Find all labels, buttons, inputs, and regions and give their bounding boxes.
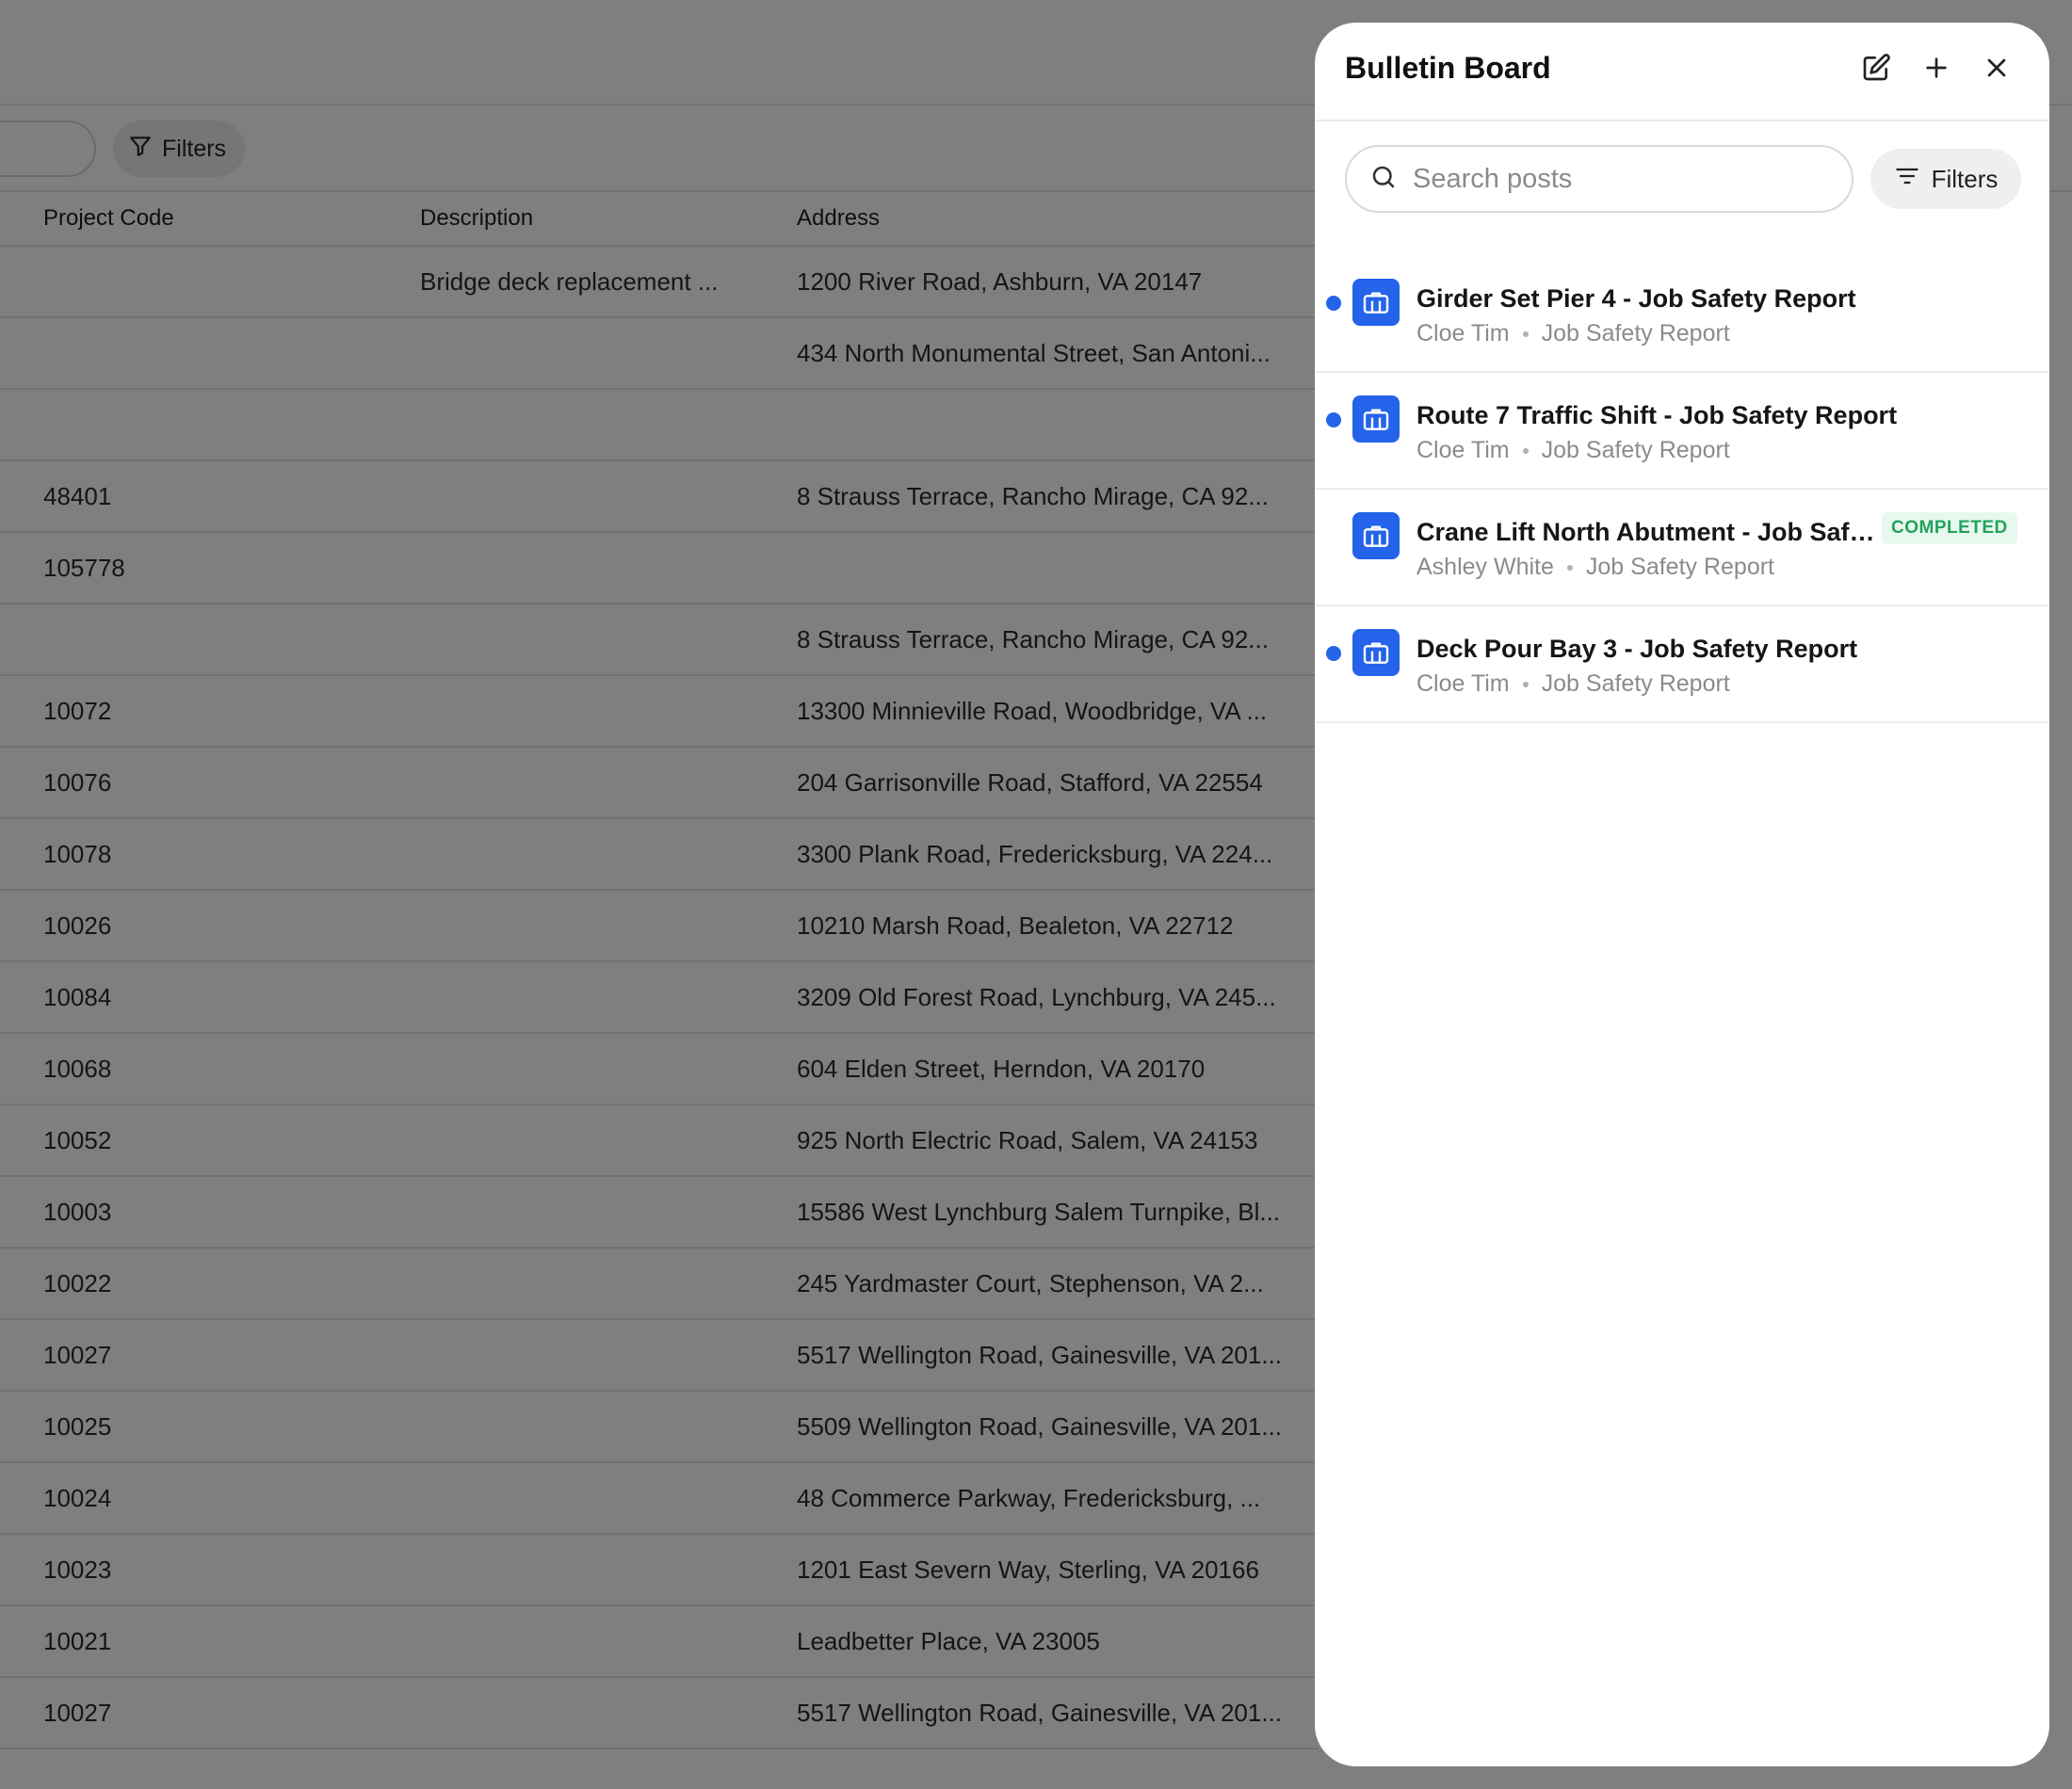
post-item[interactable]: Crane Lift North Abutment - Job Safet...…	[1315, 490, 2049, 606]
plus-icon	[1921, 53, 1951, 88]
close-button[interactable]	[1974, 47, 2019, 92]
search-posts-input[interactable]	[1413, 163, 1827, 195]
post-title: Girder Set Pier 4 - Job Safety Report	[1416, 284, 1856, 313]
briefcase-icon	[1352, 629, 1400, 676]
posts-filters-label: Filters	[1931, 164, 1999, 193]
briefcase-icon	[1352, 279, 1400, 326]
close-icon	[1982, 53, 2012, 88]
post-title: Crane Lift North Abutment - Job Safet...	[1416, 518, 1878, 546]
status-badge: COMPLETED	[1882, 512, 2017, 544]
search-icon	[1369, 163, 1398, 196]
post-type: Job Safety Report	[1585, 554, 1775, 580]
filter-lines-icon	[1894, 163, 1920, 196]
separator-dot	[1566, 564, 1573, 571]
edit-button[interactable]	[1853, 47, 1899, 92]
separator-dot	[1522, 330, 1529, 337]
post-meta: Ashley White Job Safety Report	[1416, 554, 1774, 581]
post-meta: Cloe Tim Job Safety Report	[1416, 437, 1730, 464]
unread-indicator	[1326, 296, 1341, 311]
separator-dot	[1522, 681, 1529, 687]
post-meta: Cloe Tim Job Safety Report	[1416, 320, 1730, 347]
post-author: Ashley White	[1416, 554, 1554, 580]
post-author: Cloe Tim	[1416, 320, 1510, 347]
panel-title: Bulletin Board	[1345, 51, 1551, 85]
panel-header: Bulletin Board	[1315, 23, 2049, 121]
post-author: Cloe Tim	[1416, 670, 1510, 697]
unread-indicator	[1326, 646, 1341, 661]
post-title: Route 7 Traffic Shift - Job Safety Repor…	[1416, 401, 1898, 429]
bulletin-board-panel: Bulletin Board Search posts Filters Gird…	[1315, 23, 2049, 1766]
separator-dot	[1522, 447, 1529, 454]
post-type: Job Safety Report	[1541, 670, 1730, 697]
unread-indicator	[1326, 412, 1341, 427]
post-item[interactable]: Deck Pour Bay 3 - Job Safety Report Cloe …	[1315, 606, 2049, 723]
briefcase-icon	[1352, 512, 1400, 559]
post-author: Cloe Tim	[1416, 437, 1510, 463]
pencil-square-icon	[1861, 53, 1891, 88]
post-meta: Cloe Tim Job Safety Report	[1416, 670, 1730, 698]
post-type: Job Safety Report	[1541, 320, 1730, 347]
post-item[interactable]: Girder Set Pier 4 - Job Safety Report Clo…	[1315, 256, 2049, 373]
post-title: Deck Pour Bay 3 - Job Safety Report	[1416, 635, 1858, 663]
briefcase-icon	[1352, 395, 1400, 443]
add-post-button[interactable]	[1914, 47, 1959, 92]
post-type: Job Safety Report	[1541, 437, 1730, 463]
search-posts-field[interactable]	[1345, 145, 1853, 213]
posts-filters-button[interactable]: Filters	[1870, 149, 2021, 209]
post-list: Girder Set Pier 4 - Job Safety Report Clo…	[1315, 256, 2049, 723]
post-item[interactable]: Route 7 Traffic Shift - Job Safety Repor…	[1315, 373, 2049, 490]
